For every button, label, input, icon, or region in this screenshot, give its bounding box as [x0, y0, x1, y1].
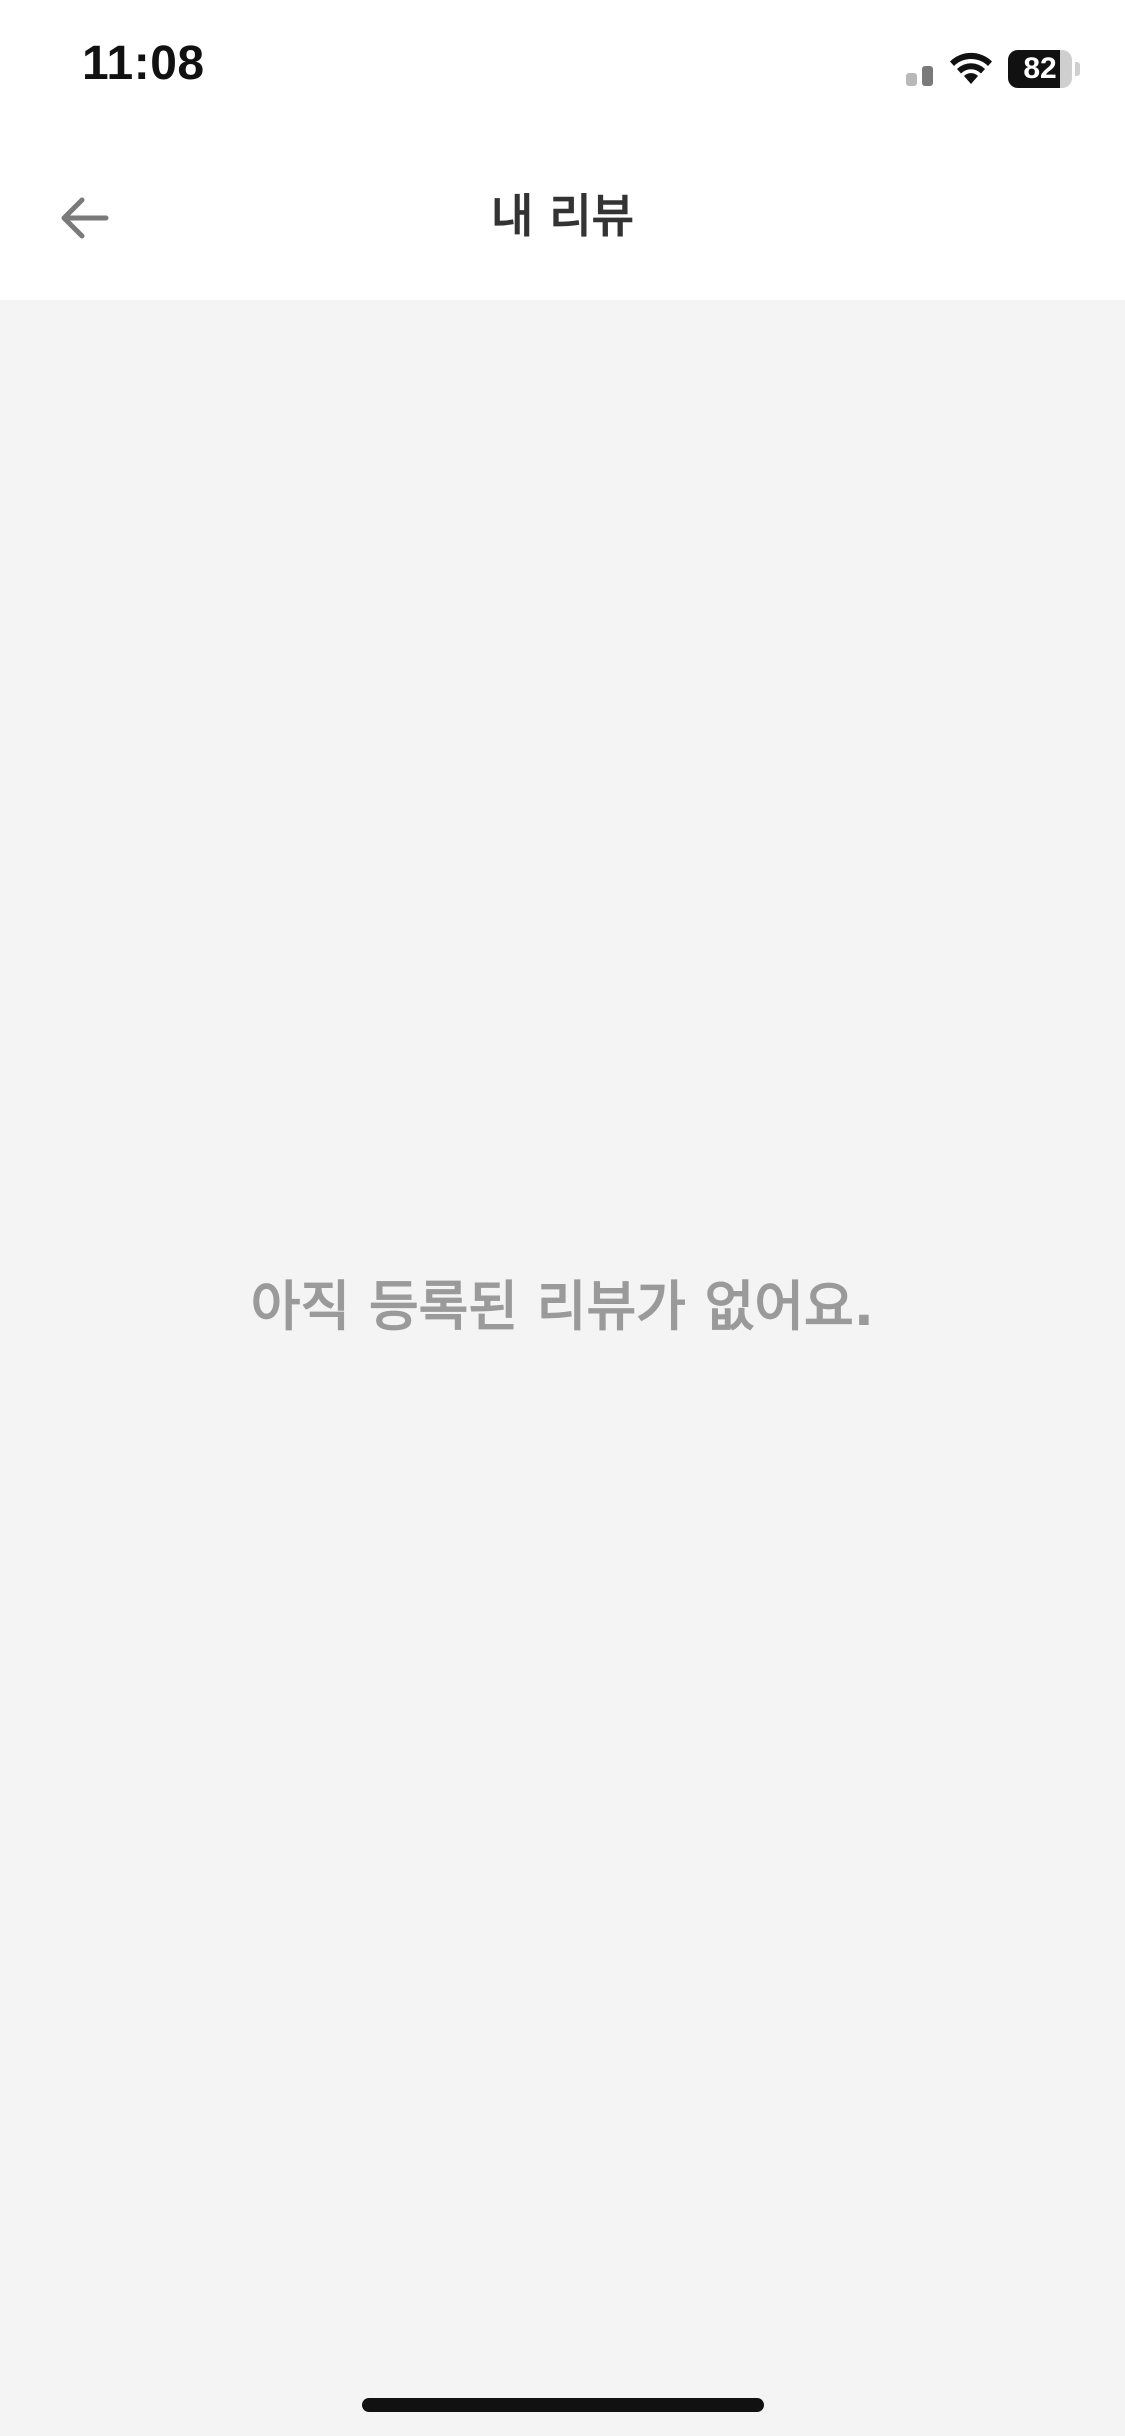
page-title: 내 리뷰: [491, 189, 634, 243]
status-bar: 11:08 82: [0, 0, 1125, 132]
wifi-icon: [950, 52, 992, 84]
battery-level: 82: [1023, 52, 1057, 85]
navigation-bar: 내 리뷰: [0, 132, 1125, 300]
review-list-area: 아직 등록된 리뷰가 없어요.: [0, 300, 1125, 2436]
battery-body: 82: [1008, 50, 1072, 88]
battery-tip: [1075, 62, 1080, 76]
back-arrow-icon: [61, 197, 109, 239]
signal-bar: [906, 73, 917, 86]
signal-icon: [906, 62, 936, 86]
back-button[interactable]: [40, 178, 128, 258]
battery-icon: 82: [1008, 50, 1080, 88]
empty-state-message: 아직 등록된 리뷰가 없어요.: [250, 1275, 875, 1338]
signal-bar: [922, 66, 933, 86]
status-time: 11:08: [82, 37, 205, 90]
home-indicator[interactable]: [362, 2398, 764, 2412]
screen: 11:08 82 내 리뷰 아직 등록된 리뷰가 없어요.: [0, 0, 1125, 2436]
